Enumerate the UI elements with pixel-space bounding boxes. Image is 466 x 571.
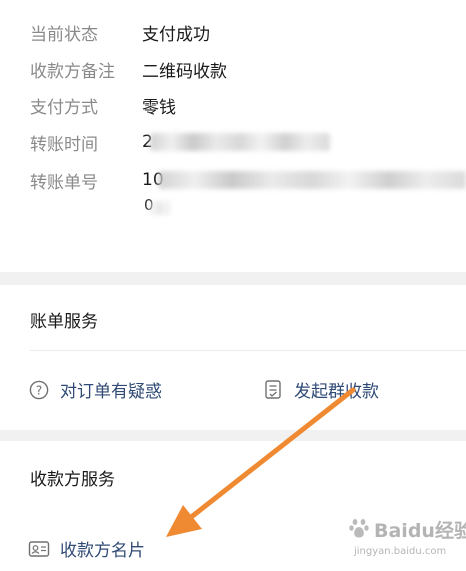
svg-text:?: ? [36, 383, 42, 397]
group-collect-button[interactable]: 发起群收款 [262, 377, 379, 402]
watermark-brand: Baidu经验 [374, 520, 466, 542]
order-question-button[interactable]: ? 对订单有疑惑 [28, 377, 162, 402]
section-gap [0, 430, 466, 441]
order-number-label: 转账单号 [30, 172, 98, 193]
status-label: 当前状态 [30, 24, 98, 45]
detail-row-status: 当前状态 支付成功 [30, 20, 210, 45]
baidu-watermark: Baidu经验 jingyan.baidu.com [348, 514, 466, 566]
payee-card-button[interactable]: 收款方名片 [28, 536, 145, 561]
watermark-url: jingyan.baidu.com [354, 546, 447, 557]
group-collect-label: 发起群收款 [294, 382, 379, 402]
payment-method-label: 支付方式 [30, 97, 98, 118]
payment-method-value: 零钱 [142, 97, 176, 118]
transfer-time-mosaic [150, 133, 330, 151]
transfer-time-label: 转账时间 [30, 134, 98, 155]
payee-service-title: 收款方服务 [30, 470, 115, 490]
transfer-details: 当前状态 支付成功 收款方备注 二维码收款 支付方式 零钱 转账时间 2 转账单… [0, 0, 466, 272]
group-collect-icon [262, 379, 284, 401]
detail-row-payment-method: 支付方式 零钱 [30, 93, 176, 118]
order-number-mosaic [158, 171, 466, 189]
order-number-wrap-mosaic [150, 201, 170, 215]
bill-service-card: 账单服务 ? 对订单有疑惑 发起群收款 [0, 285, 466, 430]
detail-row-transfer-time: 转账时间 2 [30, 130, 153, 155]
detail-row-remark: 收款方备注 二维码收款 [30, 57, 227, 82]
status-value: 支付成功 [142, 24, 210, 45]
bill-service-title: 账单服务 [30, 312, 98, 332]
payee-card-label: 收款方名片 [60, 541, 145, 561]
paw-logo-icon [349, 519, 369, 538]
question-circle-icon: ? [28, 379, 50, 401]
detail-row-order-number: 转账单号 10 [30, 168, 164, 193]
business-card-icon [28, 538, 50, 560]
divider [30, 350, 466, 351]
order-question-label: 对订单有疑惑 [60, 382, 162, 402]
remark-value: 二维码收款 [142, 61, 227, 82]
section-gap [0, 272, 466, 285]
remark-label: 收款方备注 [30, 61, 115, 82]
